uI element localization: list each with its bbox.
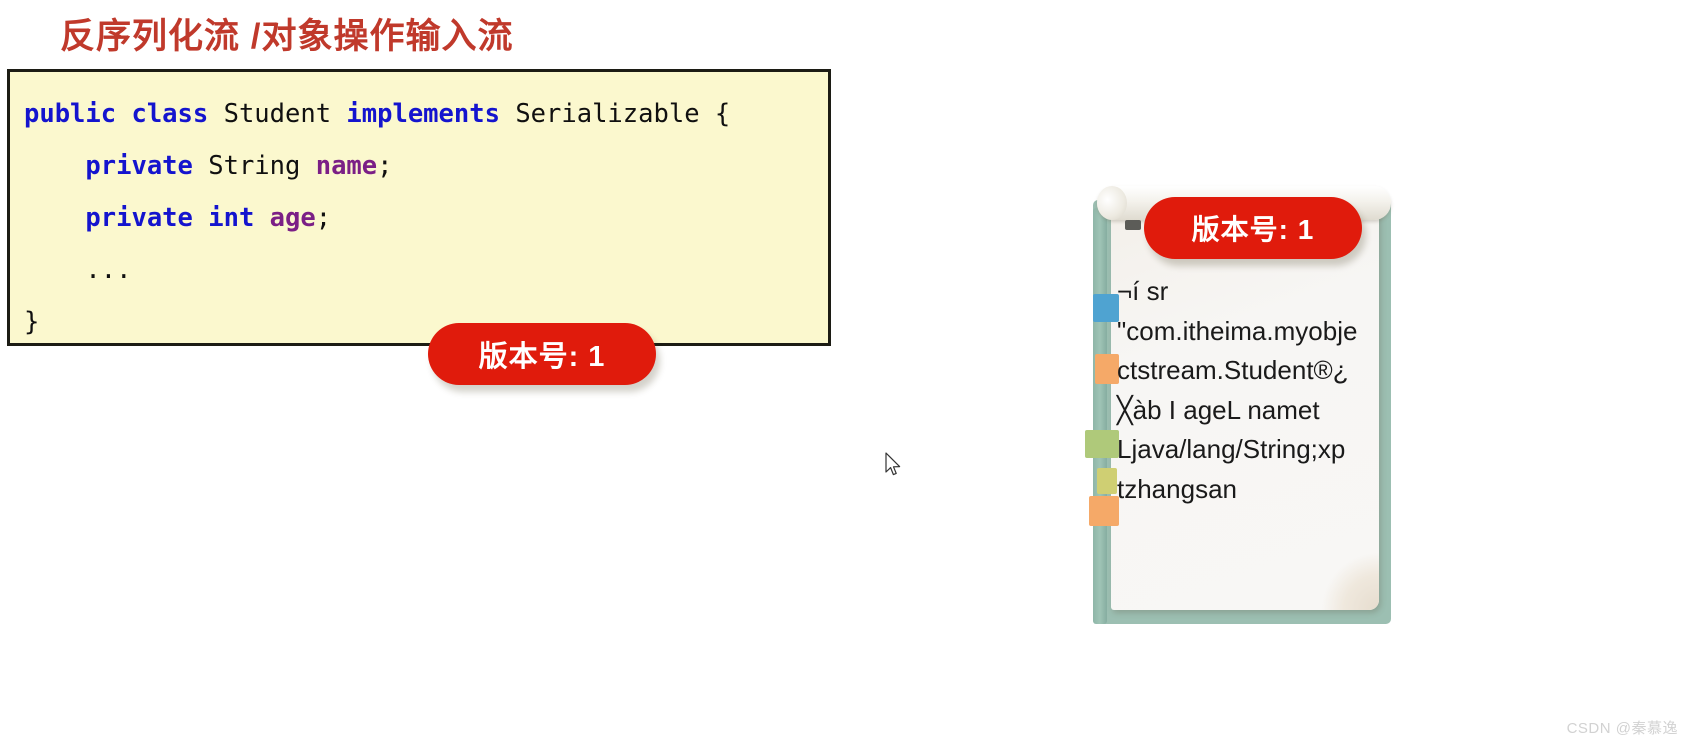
code-line: } xyxy=(24,296,822,348)
tab-orange-1 xyxy=(1095,354,1119,384)
code-line: private int age; xyxy=(24,192,822,244)
code-token: ; xyxy=(315,203,332,233)
code-block: public class Student implements Serializ… xyxy=(24,88,822,348)
notepad-clip xyxy=(1125,220,1141,230)
tab-green xyxy=(1085,430,1119,458)
code-token: ... xyxy=(24,255,132,285)
code-token: private xyxy=(85,203,209,233)
code-token: Student xyxy=(223,99,347,129)
tab-orange-2 xyxy=(1089,496,1119,526)
code-snippet-card: public class Student implements Serializ… xyxy=(7,69,831,385)
code-token: implements xyxy=(346,99,516,129)
csdn-watermark: CSDN @秦慕逸 xyxy=(1566,720,1678,737)
code-token: public xyxy=(24,99,132,129)
page-title: 反序列化流 /对象操作输入流 xyxy=(60,17,514,56)
code-line: ... xyxy=(24,244,822,296)
tab-blue xyxy=(1093,294,1119,322)
notepad-spine xyxy=(1093,208,1107,624)
code-token: class xyxy=(131,99,224,129)
code-line: private String name; xyxy=(24,140,822,192)
code-version-badge: 版本号: 1 xyxy=(428,323,656,385)
code-token: ; xyxy=(377,151,393,181)
notepad-roller-cap xyxy=(1097,186,1127,220)
serialized-output-text: ¬í sr "com.itheima.myobjectstream.Studen… xyxy=(1117,276,1368,504)
page-curl xyxy=(1309,550,1379,610)
code-token: private xyxy=(85,151,209,181)
tab-yellow xyxy=(1097,468,1117,494)
code-token: } xyxy=(24,307,40,337)
code-line: public class Student implements Serializ… xyxy=(24,88,822,140)
code-token: int xyxy=(208,203,270,233)
code-token: name xyxy=(315,151,378,181)
mouse-pointer-icon xyxy=(885,452,901,476)
notepad-version-badge: 版本号: 1 xyxy=(1144,197,1362,259)
code-token: Serializable { xyxy=(515,99,731,129)
code-token: age xyxy=(269,203,316,233)
code-token: String xyxy=(208,151,316,181)
